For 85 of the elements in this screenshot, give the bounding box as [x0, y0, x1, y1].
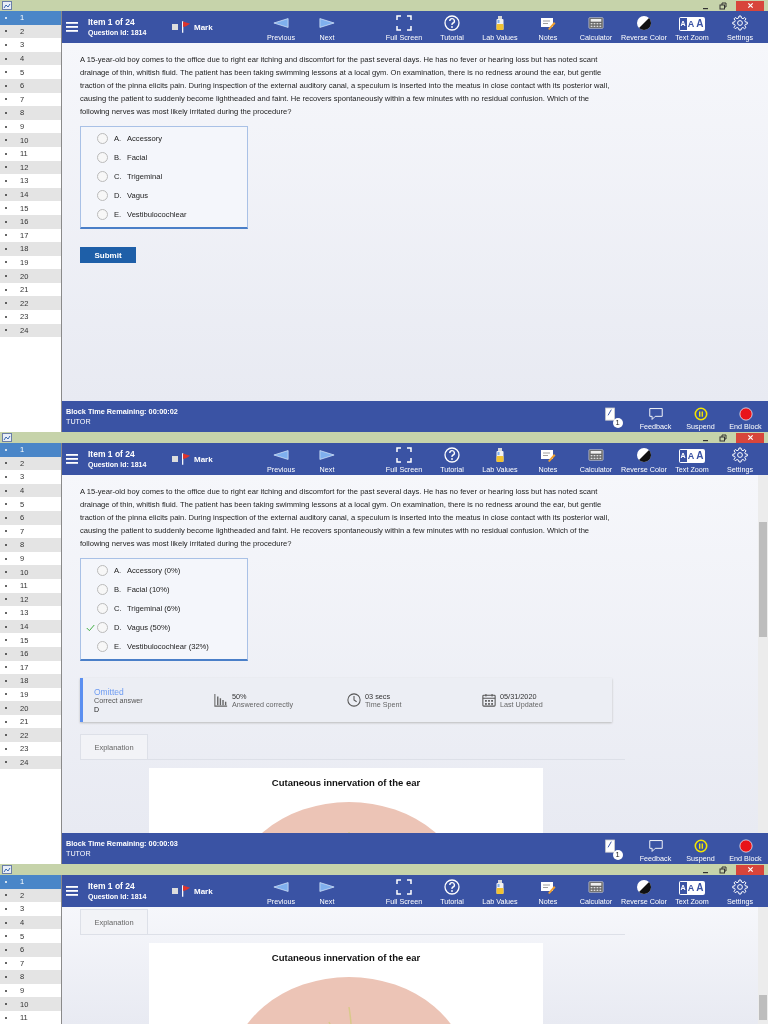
close-icon — [746, 866, 754, 873]
stop-icon — [738, 407, 753, 421]
calendar-icon — [482, 693, 496, 707]
text-size-option[interactable]: A — [695, 450, 705, 462]
radio-button[interactable] — [97, 152, 108, 163]
submit-button[interactable]: Submit — [80, 247, 136, 263]
notepad-pencil-icon — [540, 879, 556, 895]
calculator-icon — [588, 447, 604, 463]
menu-icon[interactable] — [66, 454, 78, 464]
radio-button[interactable] — [97, 622, 108, 633]
mark-button[interactable]: Mark — [172, 884, 258, 898]
half-circle-icon — [636, 15, 652, 31]
restore-icon[interactable] — [719, 433, 727, 442]
radio-button[interactable] — [97, 603, 108, 614]
settings-icon — [732, 447, 748, 463]
radio-button[interactable] — [97, 190, 108, 201]
scrollbar[interactable] — [758, 475, 768, 833]
notepad-pencil-icon — [540, 447, 556, 463]
radio-button[interactable] — [97, 133, 108, 144]
right-triangle-icon — [319, 447, 335, 463]
text-size-option[interactable]: A — [686, 450, 696, 462]
mark-button[interactable]: Mark — [172, 20, 258, 34]
stop-icon — [738, 839, 753, 853]
corners-icon — [396, 879, 412, 895]
mark-button[interactable]: Mark — [172, 452, 258, 466]
close-icon — [746, 434, 754, 441]
notepad-icon — [604, 839, 617, 854]
settings-icon — [732, 15, 748, 31]
calculator-icon — [588, 879, 604, 895]
notepad-pencil-icon — [540, 15, 556, 31]
app-icon — [2, 1, 12, 10]
speech-bubble-icon — [648, 407, 663, 421]
figure-title: Cutaneous innervation of the ear — [271, 777, 421, 788]
right-triangle-icon — [319, 15, 335, 31]
mark-checkbox[interactable] — [172, 456, 178, 462]
text-size-option[interactable]: A — [695, 882, 705, 894]
question-mark-icon — [444, 879, 460, 895]
corners-icon — [396, 15, 412, 31]
scrollbar[interactable] — [758, 907, 768, 1024]
close-button[interactable] — [736, 0, 764, 11]
close-button[interactable] — [736, 432, 764, 443]
bar-chart-icon — [214, 693, 228, 707]
text-size-option[interactable]: A — [686, 18, 696, 30]
left-triangle-icon — [273, 15, 289, 31]
item-counter: Item 1 of 24 — [88, 448, 136, 460]
scrollbar-thumb[interactable] — [759, 522, 767, 637]
pause-icon — [693, 839, 708, 853]
figure-title: Cutaneous innervation of the ear — [271, 952, 421, 963]
close-button[interactable] — [736, 864, 764, 875]
app-icon — [2, 865, 12, 874]
close-icon — [746, 2, 754, 9]
radio-button[interactable] — [97, 584, 108, 595]
menu-icon[interactable] — [66, 886, 78, 896]
left-triangle-icon — [273, 447, 289, 463]
left-triangle-icon — [273, 879, 289, 895]
radio-button[interactable] — [97, 565, 108, 576]
restore-icon[interactable] — [719, 1, 727, 10]
half-circle-icon — [636, 447, 652, 463]
flag-icon — [181, 884, 191, 898]
item-counter: Item 1 of 24 — [88, 880, 136, 892]
speech-bubble-icon — [648, 839, 663, 853]
answer-status: Omitted — [94, 686, 125, 697]
half-circle-icon — [636, 879, 652, 895]
question-mark-icon — [444, 447, 460, 463]
item-counter: Item 1 of 24 — [88, 16, 136, 28]
mark-checkbox[interactable] — [172, 24, 178, 30]
radio-button[interactable] — [97, 641, 108, 652]
question-mark-icon — [444, 15, 460, 31]
flag-icon — [181, 20, 191, 34]
scrollbar-thumb[interactable] — [759, 995, 767, 1020]
mark-checkbox[interactable] — [172, 888, 178, 894]
restore-icon[interactable] — [719, 865, 727, 874]
menu-icon[interactable] — [66, 22, 78, 32]
app-icon — [2, 433, 12, 442]
text-size-option[interactable]: A — [695, 18, 705, 30]
radio-button[interactable] — [97, 171, 108, 182]
right-triangle-icon — [319, 879, 335, 895]
pause-icon — [693, 407, 708, 421]
clock-icon — [347, 693, 361, 707]
settings-icon — [732, 879, 748, 895]
calculator-icon — [588, 15, 604, 31]
flag-icon — [181, 452, 191, 466]
text-size-option[interactable]: A — [686, 882, 696, 894]
radio-button[interactable] — [97, 209, 108, 220]
corners-icon — [396, 447, 412, 463]
